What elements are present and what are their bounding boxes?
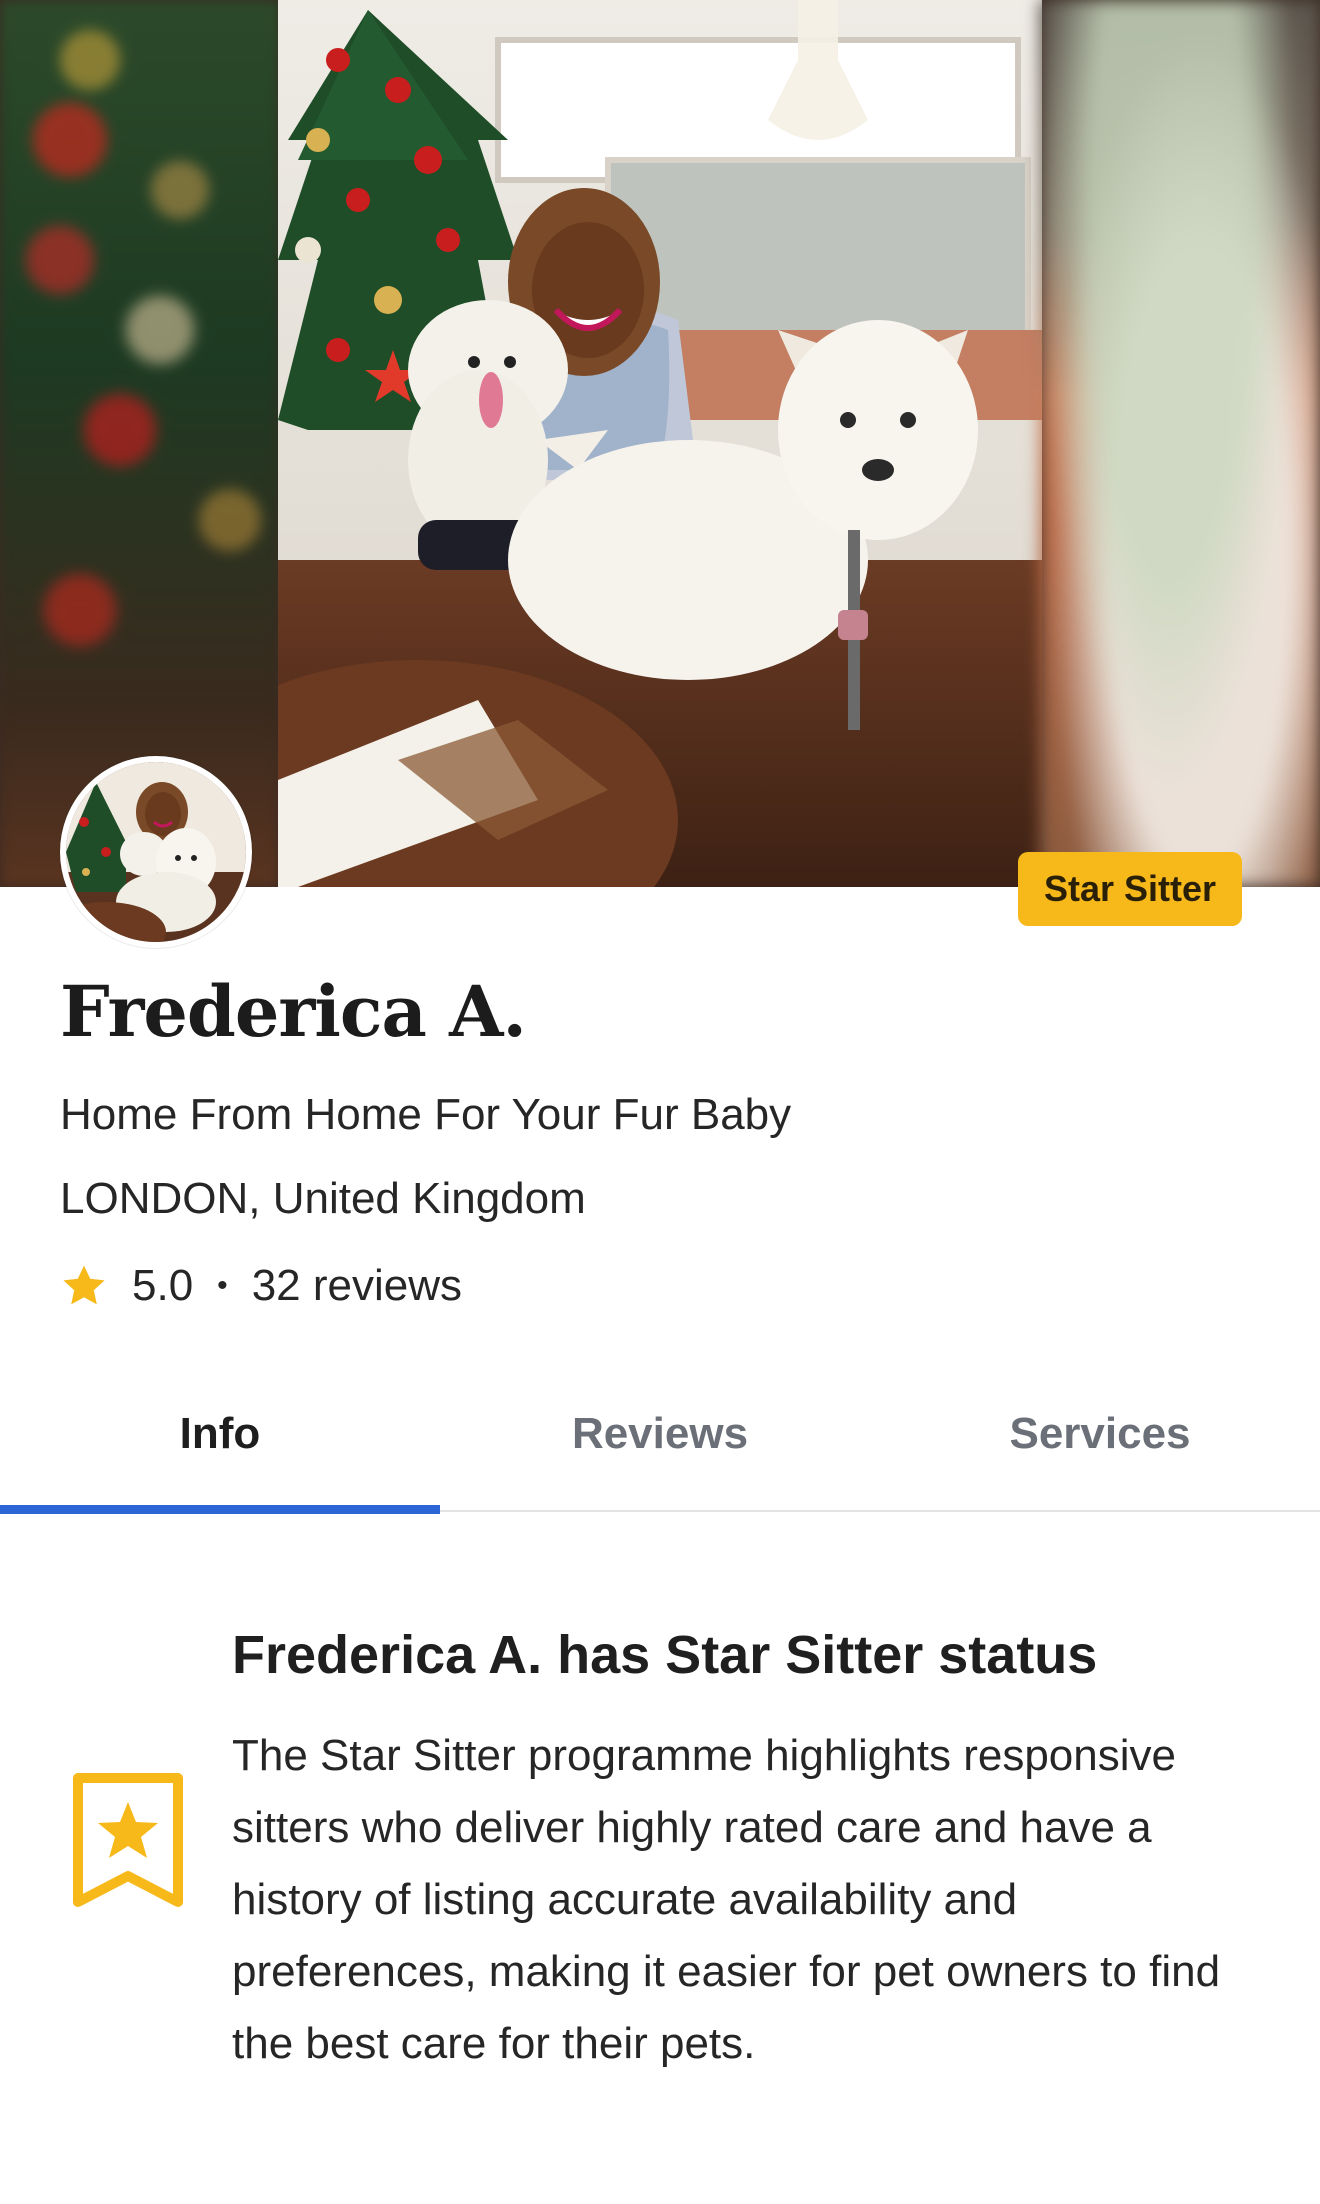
cover-photo-image (278, 0, 1042, 887)
cover-photo-blur-right (1040, 0, 1320, 887)
sitter-location: LONDON, United Kingdom (60, 1174, 586, 1223)
rating-separator: • (217, 1269, 228, 1302)
review-count: 32 reviews (251, 1261, 462, 1310)
star-sitter-status-description: The Star Sitter programme highlights res… (232, 1731, 1221, 2068)
star-icon (60, 1262, 108, 1310)
avatar[interactable] (60, 756, 252, 948)
cover-photo-blur-left (0, 0, 280, 887)
sitter-name: Frederica A. (60, 970, 527, 1053)
profile-cover-photo[interactable] (0, 0, 1320, 887)
bookmark-star-icon (70, 1772, 186, 1912)
rating-summary[interactable]: 5.0 • 32 reviews (60, 1256, 462, 1316)
profile-tabs: Info Reviews Services (0, 1380, 1320, 1514)
rating-value: 5.0 (132, 1261, 194, 1310)
star-sitter-badge: Star Sitter (1018, 852, 1243, 926)
star-sitter-status-title: Frederica A. has Star Sitter status (232, 1625, 1098, 1685)
tab-services[interactable]: Services (880, 1380, 1320, 1512)
tab-reviews[interactable]: Reviews (440, 1380, 880, 1512)
sitter-tagline: Home From Home For Your Fur Baby (60, 1090, 792, 1139)
tab-info[interactable]: Info (0, 1380, 440, 1514)
